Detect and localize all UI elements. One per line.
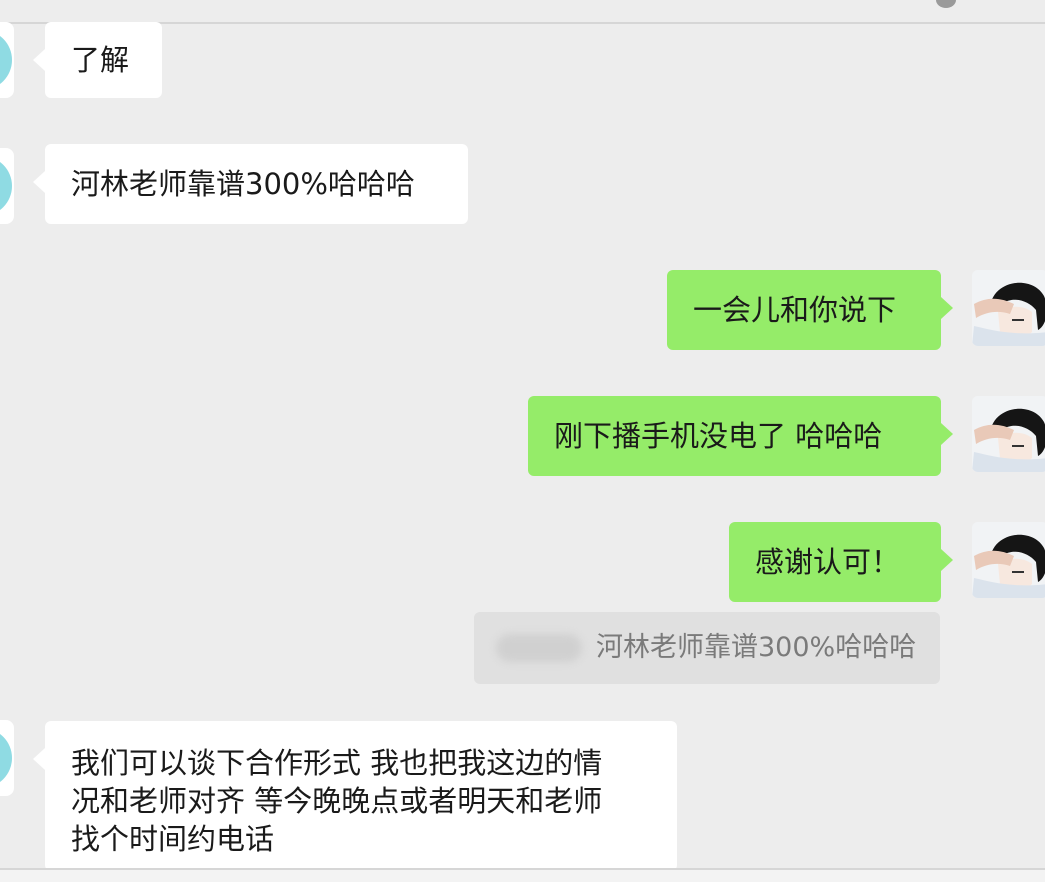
message-text: 一会儿和你说下 (693, 293, 897, 327)
message-text-line: 况和老师对齐 等今晚晚点或者明天和老师 (71, 784, 603, 818)
message-text: 河林老师靠谱300%哈哈哈 (71, 167, 415, 201)
message-bubble-outgoing[interactable]: 一会儿和你说下 (667, 270, 953, 350)
message-text: 了解 (71, 43, 130, 77)
message-bubble-outgoing[interactable]: 感谢认可！ (729, 522, 953, 602)
user-anime-avatar-icon[interactable] (972, 396, 1045, 472)
message-bubble-incoming[interactable]: 我们可以谈下合作形式 我也把我这边的情 况和老师对齐 等今晚晚点或者明天和老师 … (33, 721, 677, 871)
avatar-image (972, 396, 1045, 472)
status-dot-icon (936, 0, 956, 8)
chat-window: 了解 河林老师靠谱300%哈哈哈 一会儿和你说下 刚下播手机没电了 哈哈哈 感谢… (0, 0, 1045, 882)
contact-avatar-icon[interactable] (0, 720, 14, 796)
message-bubble-incoming[interactable]: 了解 (33, 22, 162, 98)
avatar-image (972, 522, 1045, 598)
message-text: 感谢认可！ (755, 545, 901, 579)
contact-avatar-icon[interactable] (0, 22, 14, 98)
avatar-image (972, 270, 1045, 346)
user-anime-avatar-icon[interactable] (972, 270, 1045, 346)
message-bubble-incoming[interactable]: 河林老师靠谱300%哈哈哈 (33, 144, 468, 224)
message-text-line: 我们可以谈下合作形式 我也把我这边的情 (71, 746, 603, 780)
user-anime-avatar-icon[interactable] (972, 522, 1045, 598)
quoted-text: 河林老师靠谱300%哈哈哈 (596, 632, 917, 663)
quoted-message[interactable]: 河林老师靠谱300%哈哈哈 (474, 612, 940, 684)
contact-avatar-icon[interactable] (0, 148, 14, 224)
message-text-line: 找个时间约电话 (71, 822, 275, 856)
message-text: 刚下播手机没电了 哈哈哈 (554, 419, 883, 453)
input-area[interactable] (0, 870, 1045, 882)
message-bubble-outgoing[interactable]: 刚下播手机没电了 哈哈哈 (528, 396, 953, 476)
quoted-sender-name (496, 634, 582, 662)
